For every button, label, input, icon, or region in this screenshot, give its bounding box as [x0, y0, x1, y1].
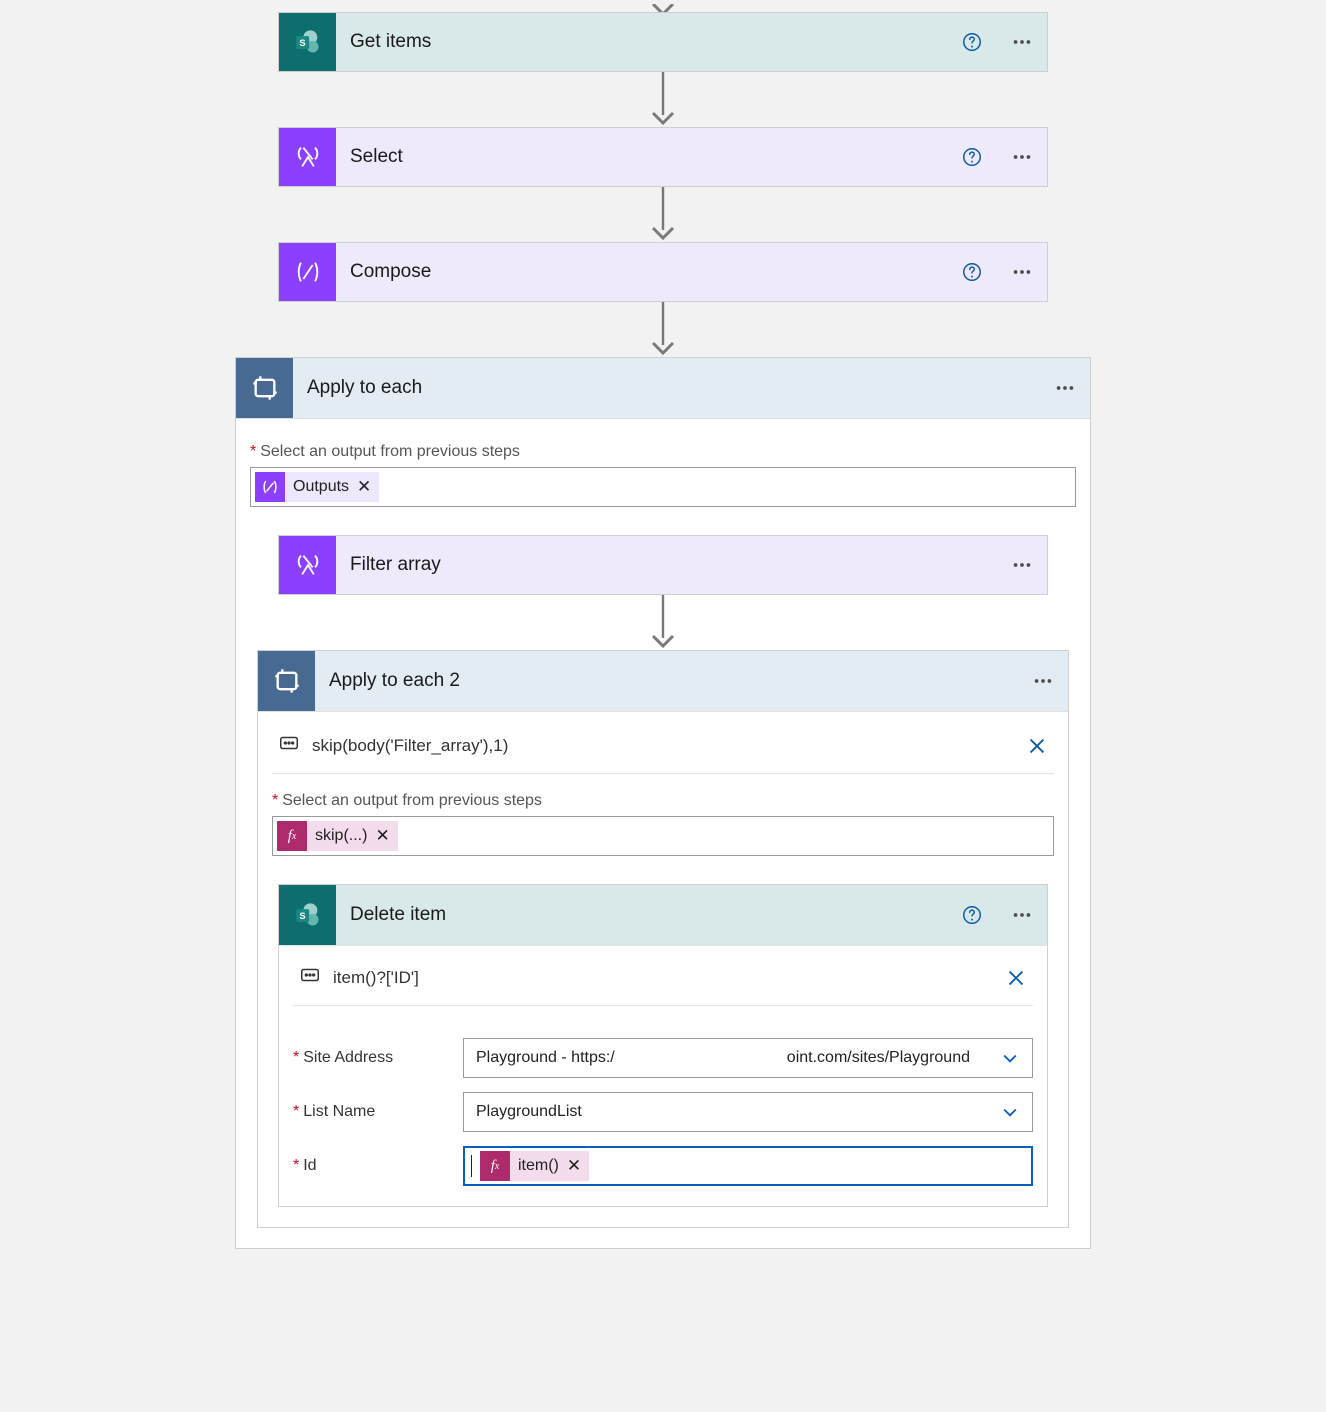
delete-item-header[interactable]: S Delete item [279, 885, 1047, 945]
help-icon[interactable] [961, 146, 983, 168]
action-select[interactable]: Select [278, 127, 1048, 187]
help-icon[interactable] [961, 904, 983, 926]
more-menu-icon[interactable] [1032, 670, 1054, 692]
token-remove-icon[interactable]: ✕ [357, 477, 371, 497]
required-asterisk: * [293, 1049, 299, 1066]
id-input[interactable]: fx item() ✕ [463, 1146, 1033, 1186]
compose-icon [279, 243, 336, 301]
rename-text[interactable]: item()?['ID'] [333, 968, 419, 988]
rename-text[interactable]: skip(body('Filter_array'),1) [312, 736, 508, 756]
flow-connector-arrow [650, 72, 676, 127]
chevron-down-icon[interactable] [1000, 1102, 1020, 1122]
more-menu-icon[interactable] [1011, 31, 1033, 53]
action-title: Compose [350, 261, 431, 283]
flow-connector-arrow [650, 595, 676, 650]
action-get-items[interactable]: S Get items [278, 12, 1048, 72]
token-label: item() [518, 1157, 559, 1175]
flow-connector-arrow [650, 187, 676, 242]
chevron-down-icon[interactable] [1000, 1048, 1020, 1068]
site-address-value-right: oint.com/sites/Playground [787, 1049, 970, 1067]
help-icon[interactable] [961, 261, 983, 283]
control-apply-to-each: Apply to each *Select an output from pre… [235, 357, 1091, 1249]
select-icon [279, 128, 336, 186]
rename-icon [299, 964, 321, 991]
more-menu-icon[interactable] [1011, 261, 1033, 283]
site-address-combo[interactable]: Playground - https:/ oint.com/sites/Play… [463, 1038, 1033, 1078]
fx-icon: fx [480, 1151, 510, 1181]
flow-connector-arrow [650, 302, 676, 357]
apply-each-input[interactable]: Outputs ✕ [250, 467, 1076, 507]
param-list-name: *List Name PlaygroundList [293, 1092, 1033, 1132]
site-address-value-left: Playground - https:/ [476, 1049, 615, 1067]
token-label: skip(...) [315, 827, 367, 845]
apply-to-each-header[interactable]: Apply to each [236, 358, 1090, 418]
token-remove-icon[interactable]: ✕ [375, 826, 389, 846]
more-menu-icon[interactable] [1011, 146, 1033, 168]
action-filter-array[interactable]: Filter array [278, 535, 1048, 595]
apply-each-field-label: *Select an output from previous steps [250, 443, 1076, 461]
apply-to-each-2-header[interactable]: Apply to each 2 [258, 651, 1068, 711]
compose-token-icon [255, 472, 285, 502]
more-menu-icon[interactable] [1011, 904, 1033, 926]
required-asterisk: * [272, 792, 278, 809]
param-label-text: Id [303, 1157, 316, 1174]
more-menu-icon[interactable] [1011, 554, 1033, 576]
param-id: *Id fx item() ✕ [293, 1146, 1033, 1186]
action-title: Get items [350, 31, 431, 53]
apply-each-2-input[interactable]: fx skip(...) ✕ [272, 816, 1054, 856]
token-label: Outputs [293, 478, 349, 496]
token-skip-expression[interactable]: fx skip(...) ✕ [277, 821, 398, 851]
sharepoint-icon: S [279, 13, 336, 71]
action-title: Delete item [350, 904, 446, 926]
flow-canvas: S Get items Select [0, 12, 1326, 1249]
required-asterisk: * [250, 443, 256, 460]
list-name-value: PlaygroundList [476, 1103, 582, 1121]
control-apply-to-each-2: Apply to each 2 skip(body('Filter_array'… [257, 650, 1069, 1228]
apply-to-each-title: Apply to each [307, 377, 422, 399]
list-name-combo[interactable]: PlaygroundList [463, 1092, 1033, 1132]
param-label-text: Site Address [303, 1049, 393, 1066]
token-item-expression[interactable]: fx item() ✕ [480, 1151, 589, 1181]
token-remove-icon[interactable]: ✕ [567, 1156, 581, 1176]
rename-bar-skip: skip(body('Filter_array'),1) [272, 732, 1054, 774]
required-asterisk: * [293, 1157, 299, 1174]
svg-text:S: S [299, 911, 305, 921]
close-icon[interactable] [1005, 967, 1027, 989]
action-title: Filter array [350, 554, 441, 576]
param-site-address: *Site Address Playground - https:/ oint.… [293, 1038, 1033, 1078]
close-icon[interactable] [1026, 735, 1048, 757]
apply-to-each-2-title: Apply to each 2 [329, 670, 460, 692]
action-delete-item: S Delete item [278, 884, 1048, 1207]
text-caret [471, 1155, 472, 1177]
token-outputs[interactable]: Outputs ✕ [255, 472, 379, 502]
param-label-text: List Name [303, 1103, 375, 1120]
action-title: Select [350, 146, 403, 168]
loop-icon [258, 651, 315, 711]
apply-each-2-field-label: *Select an output from previous steps [272, 792, 1054, 810]
action-compose[interactable]: Compose [278, 242, 1048, 302]
loop-icon [236, 358, 293, 418]
filter-icon [279, 536, 336, 594]
fx-icon: fx [277, 821, 307, 851]
svg-text:S: S [299, 38, 305, 48]
more-menu-icon[interactable] [1054, 377, 1076, 399]
required-asterisk: * [293, 1103, 299, 1120]
rename-bar-item-id: item()?['ID'] [293, 964, 1033, 1006]
sharepoint-icon: S [279, 885, 336, 945]
rename-icon [278, 732, 300, 759]
help-icon[interactable] [961, 31, 983, 53]
